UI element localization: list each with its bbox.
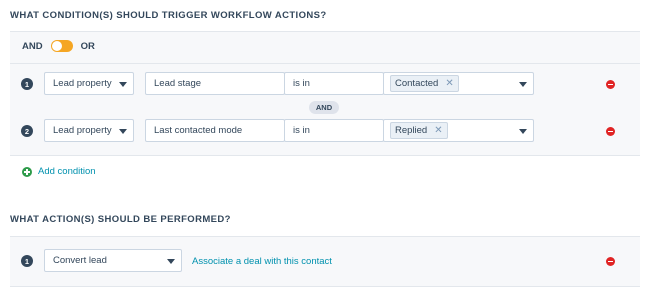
- caret-down-icon: [119, 82, 127, 87]
- value-tag: Contacted ✕: [390, 75, 459, 92]
- operator-value: is in: [293, 125, 310, 136]
- actions-heading: WHAT ACTION(S) SHOULD BE PERFORMED?: [10, 214, 231, 225]
- remove-condition-icon[interactable]: [606, 80, 615, 89]
- property-type-value: Lead property: [53, 78, 112, 89]
- and-label: AND: [22, 40, 43, 52]
- condition-number: 2: [21, 125, 33, 137]
- logic-toggle-row: AND OR: [22, 40, 95, 52]
- property-value: Lead stage: [154, 78, 202, 89]
- action-number: 1: [21, 255, 33, 267]
- and-or-toggle[interactable]: [50, 40, 73, 52]
- close-icon[interactable]: ✕: [434, 125, 442, 136]
- condition-number: 1: [21, 78, 33, 90]
- add-condition-button[interactable]: Add condition: [22, 166, 96, 177]
- caret-down-icon: [119, 129, 127, 134]
- property-dropdown[interactable]: Lead stage: [145, 72, 285, 95]
- operator-value: is in: [293, 78, 310, 89]
- value-tag-label: Contacted: [395, 78, 439, 89]
- operator-dropdown[interactable]: is in: [284, 119, 384, 142]
- value-tag: Replied ✕: [390, 122, 448, 139]
- values-select[interactable]: Contacted ✕: [383, 72, 534, 95]
- remove-condition-icon[interactable]: [606, 127, 615, 136]
- property-type-dropdown[interactable]: Lead property: [44, 72, 134, 95]
- add-condition-label: Add condition: [38, 166, 96, 177]
- values-select[interactable]: Replied ✕: [383, 119, 534, 142]
- property-value: Last contacted mode: [154, 125, 243, 136]
- conditions-heading: WHAT CONDITION(S) SHOULD TRIGGER WORKFLO…: [10, 10, 327, 21]
- value-tag-label: Replied: [395, 125, 428, 136]
- caret-down-icon: [519, 82, 527, 87]
- property-dropdown[interactable]: Last contacted mode: [145, 119, 285, 142]
- divider: [10, 63, 640, 64]
- action-value: Convert lead: [53, 255, 107, 266]
- toggle-knob: [51, 41, 62, 51]
- or-label: OR: [80, 40, 95, 52]
- plus-circle-icon: [22, 166, 32, 177]
- associate-deal-link[interactable]: Associate a deal with this contact: [192, 256, 332, 267]
- property-type-dropdown[interactable]: Lead property: [44, 119, 134, 142]
- and-joiner: AND: [309, 101, 339, 114]
- caret-down-icon: [167, 259, 175, 264]
- caret-down-icon: [519, 129, 527, 134]
- action-dropdown[interactable]: Convert lead: [44, 249, 182, 272]
- operator-dropdown[interactable]: is in: [284, 72, 384, 95]
- property-type-value: Lead property: [53, 125, 112, 136]
- remove-action-icon[interactable]: [606, 257, 615, 266]
- close-icon[interactable]: ✕: [445, 78, 453, 89]
